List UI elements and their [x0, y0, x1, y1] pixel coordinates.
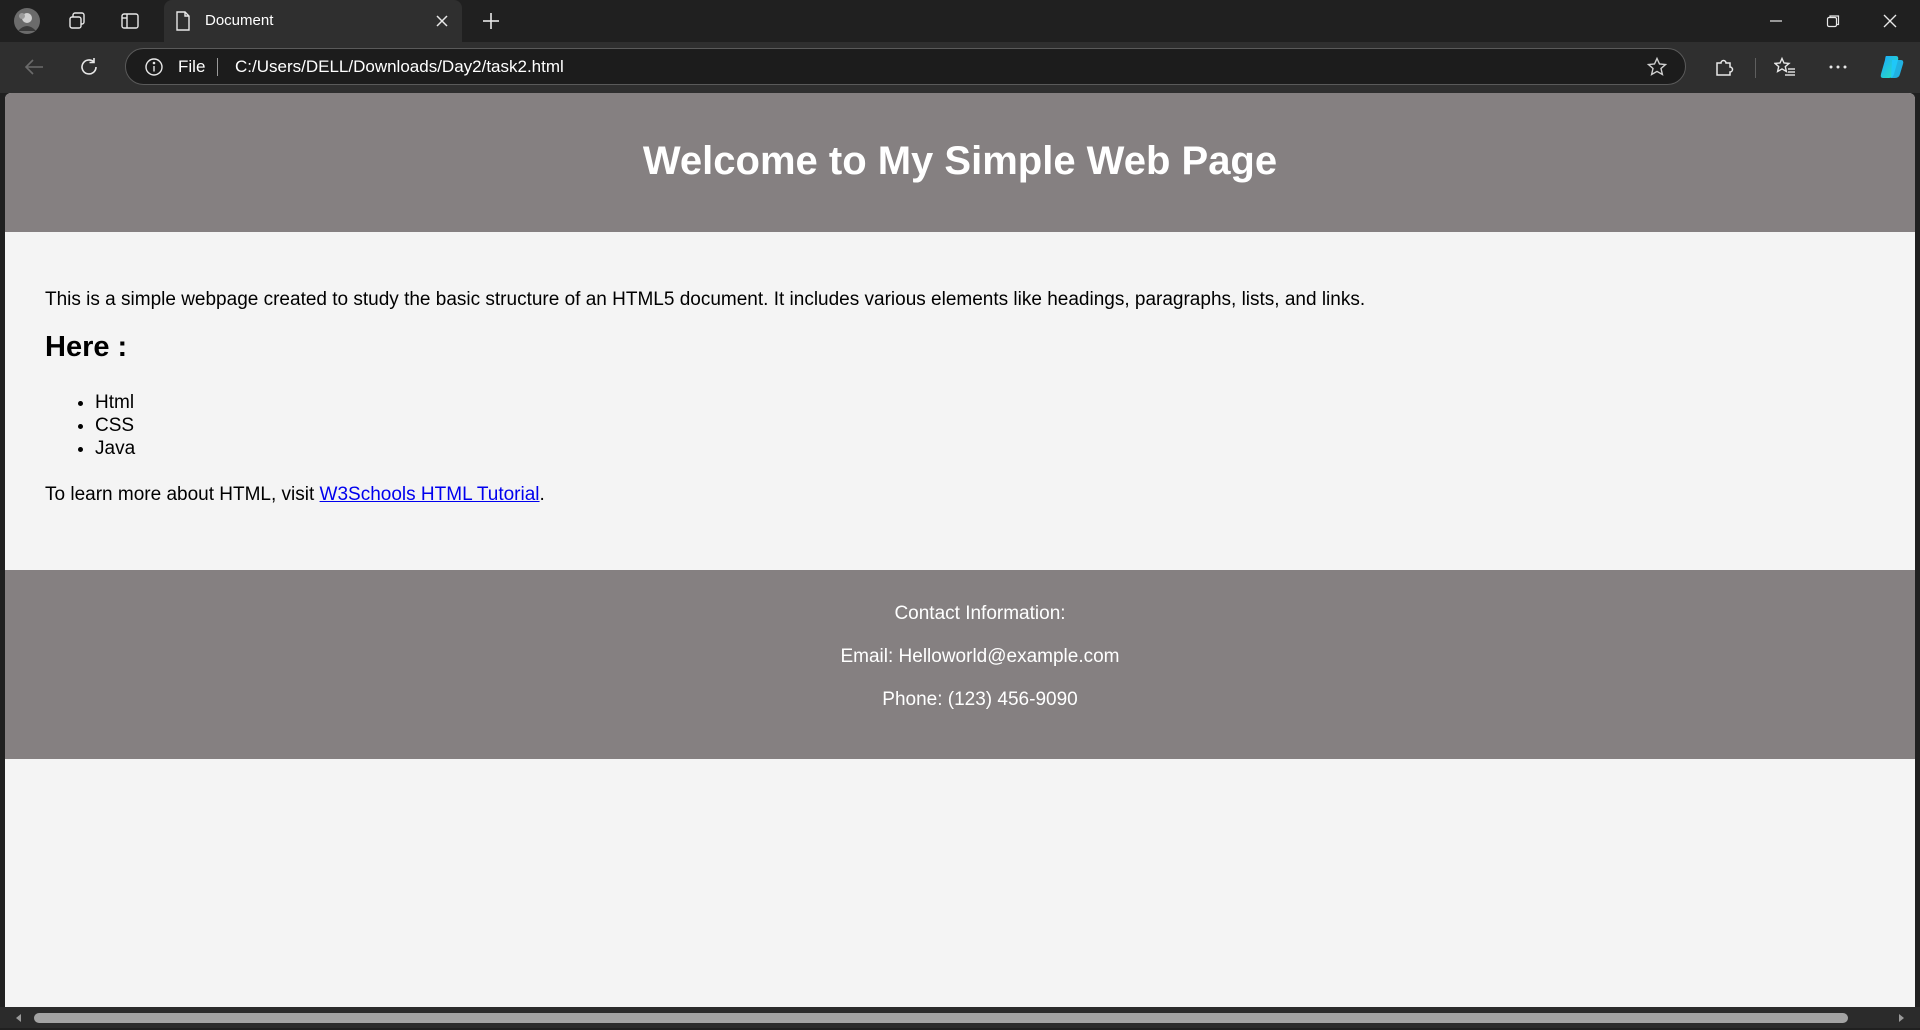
- w3schools-link[interactable]: W3Schools HTML Tutorial: [320, 484, 540, 505]
- active-tab[interactable]: Document: [164, 0, 462, 42]
- tech-list: Html CSS Java: [45, 391, 135, 460]
- favorites-icon[interactable]: [1767, 50, 1803, 84]
- learn-more-prefix: To learn more about HTML, visit: [45, 484, 320, 505]
- page-viewport: Welcome to My Simple Web Page This is a …: [5, 93, 1915, 1007]
- document-icon: [174, 10, 192, 37]
- browser-toolbar: File C:/Users/DELL/Downloads/Day2/task2.…: [0, 42, 1920, 93]
- close-tab-icon[interactable]: [432, 11, 452, 31]
- back-arrow-icon[interactable]: [16, 50, 52, 84]
- plus-icon[interactable]: [476, 7, 506, 35]
- contact-email: Email: Helloworld@example.com: [840, 646, 1120, 667]
- address-bar[interactable]: File C:/Users/DELL/Downloads/Day2/task2.…: [125, 48, 1686, 85]
- browser-title-bar: Document: [0, 0, 1920, 42]
- page-title: Welcome to My Simple Web Page: [642, 139, 1278, 183]
- learn-more-suffix: .: [539, 484, 545, 505]
- info-icon[interactable]: [144, 57, 164, 82]
- scroll-left-icon[interactable]: [12, 1011, 26, 1025]
- address-scheme-label: File: [178, 57, 206, 76]
- address-divider: [217, 58, 218, 76]
- list-item: CSS: [95, 414, 135, 437]
- contact-phone: Phone: (123) 456-9090: [882, 689, 1078, 710]
- section-heading: Here :: [45, 331, 128, 363]
- horizontal-scrollbar[interactable]: [0, 1007, 1920, 1028]
- contact-label: Contact Information:: [894, 603, 1066, 624]
- more-icon[interactable]: [1820, 50, 1856, 84]
- close-window-button[interactable]: [1867, 0, 1913, 42]
- workspaces-icon[interactable]: [62, 7, 92, 35]
- toolbar-divider: [1755, 58, 1756, 78]
- refresh-icon[interactable]: [71, 50, 107, 84]
- scroll-right-icon[interactable]: [1894, 1011, 1908, 1025]
- tab-actions-icon[interactable]: [115, 7, 145, 35]
- list-item: Html: [95, 391, 135, 414]
- minimize-button[interactable]: [1753, 0, 1799, 42]
- restore-button[interactable]: [1810, 0, 1856, 42]
- address-url[interactable]: C:/Users/DELL/Downloads/Day2/task2.html: [235, 57, 564, 77]
- star-icon[interactable]: [1646, 56, 1668, 83]
- scrollbar-thumb[interactable]: [34, 1013, 1848, 1023]
- copilot-icon[interactable]: [1874, 50, 1910, 84]
- learn-more-paragraph: To learn more about HTML, visit W3School…: [45, 484, 545, 506]
- list-item: Java: [95, 437, 135, 460]
- page-header: Welcome to My Simple Web Page: [5, 93, 1915, 232]
- intro-paragraph: This is a simple webpage created to stud…: [45, 289, 1366, 310]
- profile-avatar[interactable]: [12, 7, 42, 35]
- tab-title: Document: [205, 12, 274, 29]
- puzzle-icon[interactable]: [1706, 50, 1742, 84]
- page-footer: Contact Information: Email: Helloworld@e…: [5, 570, 1915, 759]
